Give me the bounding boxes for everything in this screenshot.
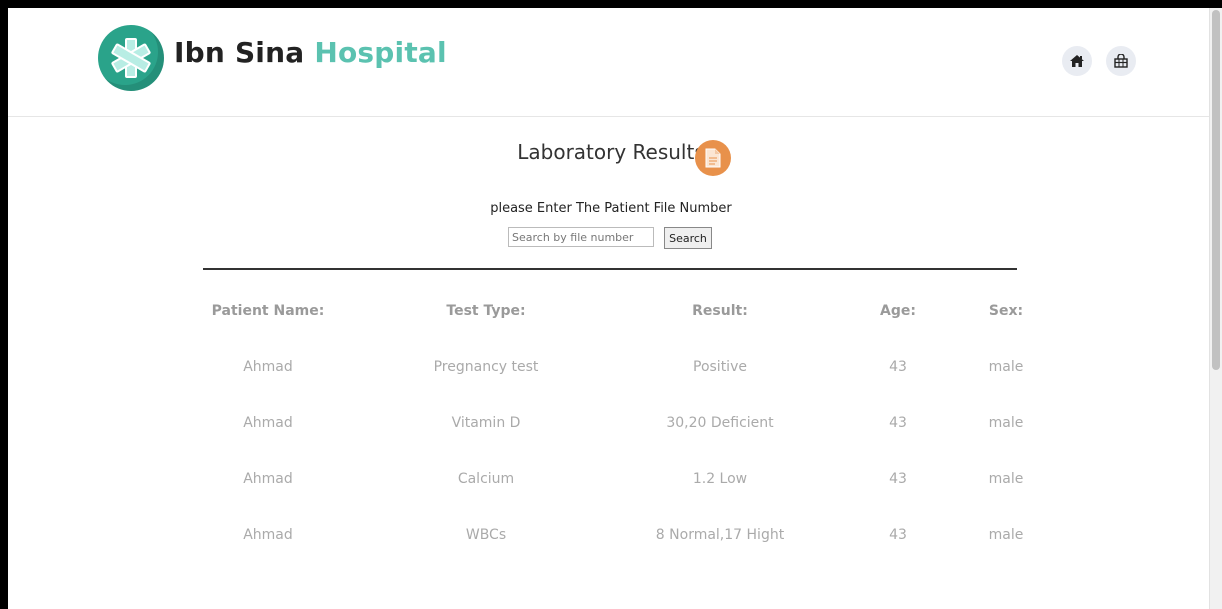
column-header-test-type: Test Type: bbox=[446, 303, 526, 319]
brand-name: Ibn Sina bbox=[174, 36, 305, 69]
home-icon bbox=[1070, 55, 1084, 67]
table-cell-test-type: WBCs bbox=[465, 527, 507, 543]
table-cell-result: Positive bbox=[693, 359, 747, 375]
search-button[interactable]: Search bbox=[664, 227, 712, 249]
vertical-scrollbar[interactable] bbox=[1209, 8, 1222, 609]
table-cell-patient-name: Ahmad bbox=[243, 415, 293, 431]
basket-icon bbox=[1114, 54, 1128, 68]
table-cell-sex: male bbox=[988, 415, 1024, 431]
table-cell-age: 43 bbox=[889, 471, 907, 487]
search-input[interactable] bbox=[508, 227, 654, 247]
window-frame-top bbox=[0, 0, 1222, 8]
column-header-result: Result: bbox=[692, 303, 748, 319]
site-header: Ibn Sina Hospital bbox=[8, 8, 1210, 117]
table-cell-test-type: Vitamin D bbox=[451, 415, 521, 431]
window-frame-left bbox=[0, 0, 8, 609]
table-cell-sex: male bbox=[988, 359, 1024, 375]
column-header-patient-name: Patient Name: bbox=[211, 303, 325, 319]
document-icon bbox=[695, 140, 731, 176]
scrollbar-thumb[interactable] bbox=[1212, 10, 1220, 370]
page-title: Laboratory Results bbox=[517, 140, 705, 164]
table-cell-result: 8 Normal,17 Hight bbox=[655, 527, 785, 543]
brand-title[interactable]: Ibn Sina Hospital bbox=[174, 36, 447, 69]
table-cell-patient-name: Ahmad bbox=[243, 527, 293, 543]
table-cell-result: 30,20 Deficient bbox=[666, 415, 774, 431]
column-header-age: Age: bbox=[880, 303, 916, 319]
search-prompt: please Enter The Patient File Number bbox=[490, 201, 732, 216]
table-cell-test-type: Calcium bbox=[457, 471, 515, 487]
divider bbox=[203, 268, 1017, 270]
table-cell-age: 43 bbox=[889, 415, 907, 431]
table-cell-test-type: Pregnancy test bbox=[433, 359, 539, 375]
brand-accent: Hospital bbox=[314, 36, 447, 69]
table-cell-sex: male bbox=[988, 527, 1024, 543]
medical-star-icon[interactable] bbox=[98, 25, 164, 91]
basket-button[interactable] bbox=[1106, 46, 1136, 76]
table-cell-sex: male bbox=[988, 471, 1024, 487]
table-cell-patient-name: Ahmad bbox=[243, 359, 293, 375]
table-cell-patient-name: Ahmad bbox=[243, 471, 293, 487]
home-button[interactable] bbox=[1062, 46, 1092, 76]
table-cell-result: 1.2 Low bbox=[692, 471, 748, 487]
table-cell-age: 43 bbox=[889, 527, 907, 543]
table-cell-age: 43 bbox=[889, 359, 907, 375]
column-header-sex: Sex: bbox=[988, 303, 1024, 319]
